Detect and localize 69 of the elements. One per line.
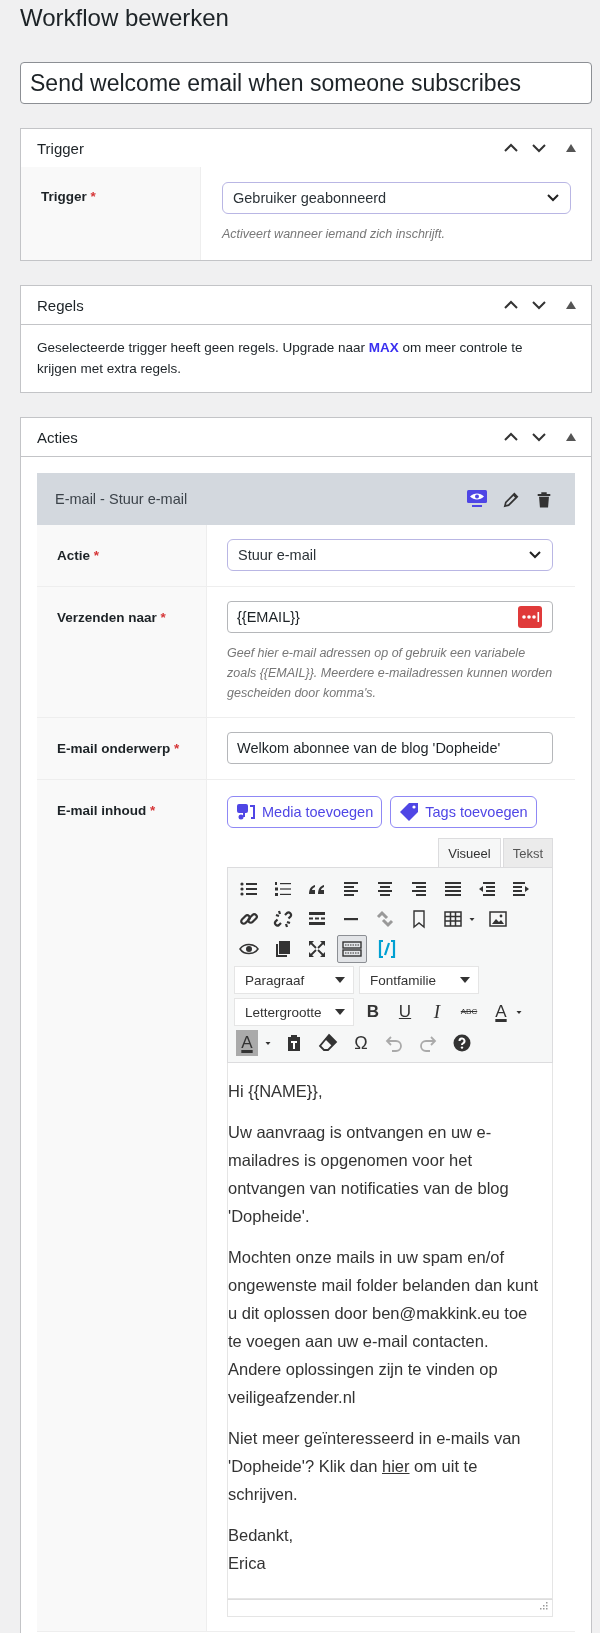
- subject-field[interactable]: Welkom abonnee van de blog 'Dopheide': [227, 732, 553, 764]
- fullscreen-icon[interactable]: [307, 939, 327, 959]
- email-paragraph: Uw aanvraag is ontvangen en uw e-mailadres is opgenomen voor het ontvangen van notificaties van de blog 'Dopheide'.: [228, 1122, 510, 1227]
- workflow-name-field[interactable]: Send welcome email when someone subscribes: [20, 62, 592, 104]
- field-label: Actie *: [37, 525, 207, 586]
- collapse-icon[interactable]: [565, 143, 577, 153]
- add-tags-button[interactable]: Tags toevoegen: [390, 796, 537, 828]
- field-label: E-mail inhoud *: [37, 780, 207, 1631]
- field-label: E-mail onderwerp *: [37, 718, 207, 779]
- font-family-select[interactable]: Fontfamilie: [359, 966, 479, 994]
- action-select[interactable]: Stuur e-mail: [227, 539, 553, 571]
- email-paragraph: Mochten onze mails in uw spam en/of ongewenste mail folder belanden dan kunt u dit oplossen door ben@makkink.eu toe te voegen aan uw e-mail contacten. Andere oplossingen zijn te vinden op veiligeafzender.nl: [228, 1247, 540, 1408]
- chevron-down-icon: [546, 193, 560, 203]
- align-center-icon[interactable]: [375, 879, 395, 899]
- panel-title: Trigger: [37, 139, 84, 157]
- editor-tab[interactable]: Tekst: [502, 838, 553, 867]
- caret-icon: [460, 976, 470, 984]
- eraser-icon[interactable]: [318, 1033, 338, 1053]
- panel-title: Regels: [37, 296, 84, 314]
- help-icon[interactable]: [452, 1033, 472, 1053]
- collapse-icon[interactable]: [565, 432, 577, 442]
- outdent-icon[interactable]: [477, 879, 497, 899]
- dots-icon[interactable]: [518, 606, 542, 628]
- field-hint: Activeert wanneer iemand zich inschrijft.: [222, 226, 446, 243]
- strikethrough-button[interactable]: ABC: [453, 999, 485, 1025]
- format-select[interactable]: Paragraaf: [234, 966, 354, 994]
- table-icon[interactable]: [443, 909, 463, 929]
- background-color-button[interactable]: A: [236, 1030, 258, 1056]
- action-title: E-mail - Stuur e-mail: [55, 491, 188, 507]
- copy-icon[interactable]: [273, 939, 293, 959]
- unlink-icon[interactable]: [273, 909, 293, 929]
- numbered-list-icon[interactable]: [273, 879, 293, 899]
- image-icon[interactable]: [488, 909, 508, 929]
- rules-message: Geselecteerde trigger heeft geen regels. Upgrade naar MAX om meer controle te krijgen met extra regels.: [36, 339, 524, 378]
- editor-content-area[interactable]: [227, 1063, 553, 1599]
- caret-icon: [335, 1008, 345, 1016]
- recipient-field[interactable]: {{EMAIL}}: [227, 601, 553, 633]
- delete-icon[interactable]: [535, 489, 553, 509]
- align-left-icon[interactable]: [341, 879, 361, 899]
- preview-icon[interactable]: [466, 489, 488, 509]
- indent-icon[interactable]: [511, 879, 531, 899]
- underline-button[interactable]: U: [389, 999, 421, 1025]
- add-media-button[interactable]: Media toevoegen: [227, 796, 383, 828]
- email-paragraph: Hi {{NAME}},: [228, 1081, 324, 1102]
- email-paragraph: Niet meer geïnteresseerd in e-mails van 'Dopheide'? Klik dan hier om uit te schrijven.: [228, 1428, 522, 1505]
- special-character-button[interactable]: Ω: [345, 1030, 377, 1056]
- toolbar-toggle-button[interactable]: [337, 935, 367, 963]
- italic-button[interactable]: I: [421, 999, 453, 1025]
- panel-title: Acties: [37, 428, 78, 446]
- field-label: Verzenden naar *: [37, 587, 207, 717]
- text-color-button[interactable]: A: [485, 999, 517, 1025]
- justify-icon[interactable]: [443, 879, 463, 899]
- bold-button[interactable]: B: [357, 999, 389, 1025]
- tag-icon: [399, 802, 420, 822]
- caret-icon: [335, 976, 345, 984]
- chevron-down-icon: [528, 550, 542, 560]
- collapse-icon[interactable]: [565, 300, 577, 310]
- font-size-select[interactable]: Lettergrootte: [234, 998, 354, 1026]
- trigger-select[interactable]: Gebruiker geabonneerd: [222, 182, 571, 214]
- page-title: Workflow bewerken: [20, 3, 230, 33]
- email-signature: Bedankt, Erica: [228, 1525, 295, 1574]
- media-icon: [236, 802, 256, 822]
- editor-tab[interactable]: Visueel: [438, 838, 501, 867]
- shortcode-icon[interactable]: [377, 939, 397, 959]
- field-label: Trigger *: [21, 167, 201, 260]
- field-hint: Geef hier e-mail adressen op of gebruik een variabele zoals {{EMAIL}}. Meerdere e-mailadressen kunnen worden gescheiden door komma's.: [227, 645, 553, 702]
- resize-handle-icon[interactable]: [538, 1602, 548, 1612]
- align-right-icon[interactable]: [409, 879, 429, 899]
- unsubscribe-link[interactable]: hier: [382, 1457, 410, 1475]
